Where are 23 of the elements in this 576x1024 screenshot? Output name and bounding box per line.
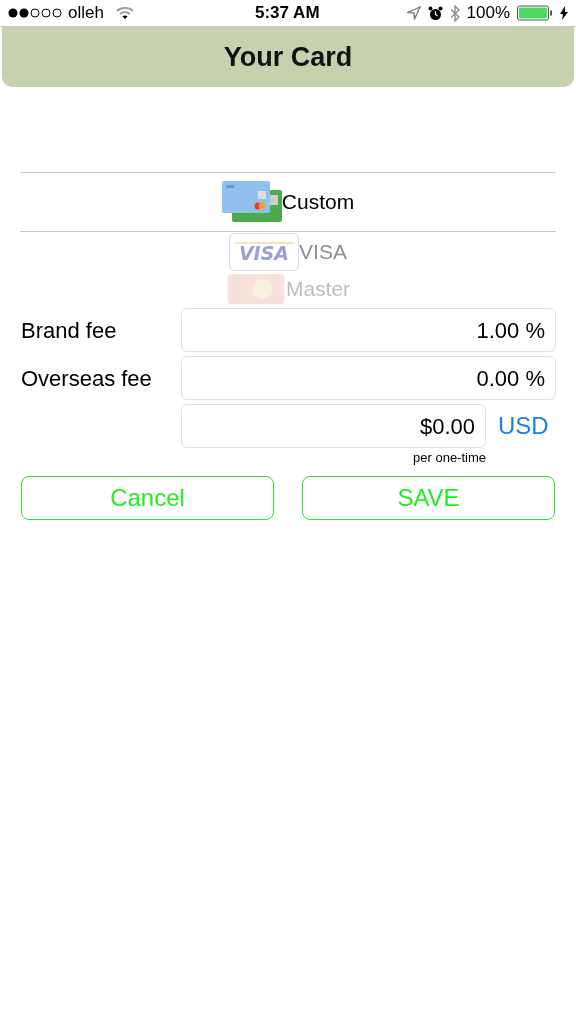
input-field[interactable]: 1.00 % [181,308,556,352]
bluetooth-icon [449,4,460,22]
mastercard-icon [225,274,286,304]
input-field[interactable]: $0.00 [181,404,486,448]
clock-time: 5:37 AM [255,2,320,25]
charging-bolt-icon [560,6,568,20]
picker-option[interactable]: Custom [281,186,355,218]
signal-icon [8,7,64,19]
battery-percent: 100% [466,2,510,25]
visa-logo-text: VISA [239,242,290,264]
field-label: Brand fee [20,316,118,345]
input-field[interactable]: 0.00 % [181,356,556,400]
wifi-icon [115,6,134,20]
battery-icon [517,5,553,21]
alarm-clock-icon [427,5,443,21]
screen-title: Your Card [223,40,353,74]
picker-option[interactable]: VISA [299,236,347,268]
location-arrow-icon [406,6,421,20]
note-text: per one-time [412,449,486,467]
currency-link[interactable]: USD [498,408,549,444]
carrier-name: olleh [68,2,104,25]
field-label: Overseas fee [20,364,153,393]
credit-cards-icon [221,181,282,223]
